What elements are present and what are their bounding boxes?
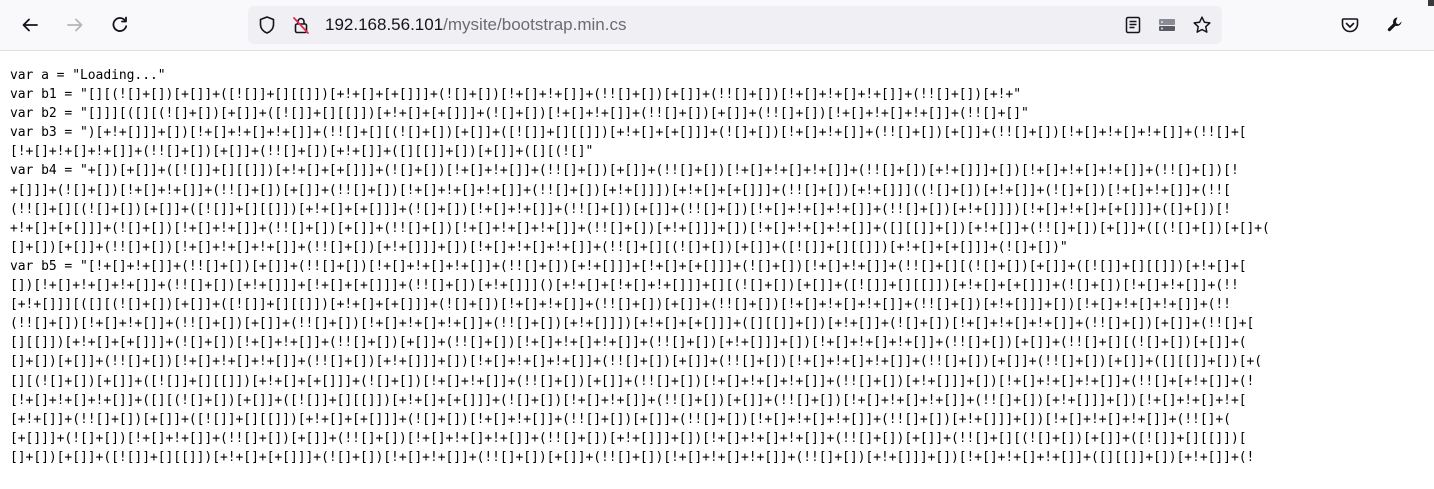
- source-line: [][(![]+[])[+[]]+([![]]+[][[]])[+!+[]+[+…: [10, 373, 1255, 389]
- back-button[interactable]: [14, 9, 46, 41]
- reader-view-icon[interactable]: [1123, 15, 1143, 35]
- reload-icon: [112, 16, 128, 32]
- arrow-left-icon: [22, 18, 38, 32]
- source-line: [+[]]]+(![]+[])[!+[]+!+[]]+(!![]+[])[+[]…: [10, 430, 1247, 446]
- source-line: var b2 = "[]]][([][(![]+[])[+[]]+([![]]+…: [10, 106, 1029, 122]
- source-line: [+!+[]]+(!![]+[])[+[]]+([![]]+[][[]])[+!…: [10, 411, 1231, 427]
- source-line: [+!+[]]][([][(![]+[])[+[]]+([![]]+[][[]]…: [10, 297, 1231, 313]
- source-line: var b4 = "+[])[+[]]+([![]]+[][[]])[+!+[]…: [10, 163, 1239, 179]
- insecure-lock-icon[interactable]: [291, 15, 311, 35]
- browser-toolbar: 192.168.56.101/mysite/bootstrap.min.cs: [0, 0, 1434, 51]
- source-line: [][[]])[+!+[]+[+[]]]+(![]+[])[!+[]+!+[]]…: [10, 335, 1247, 351]
- source-line: (!![]+[][(![]+[])[+[]]+([![]]+[][[]])[+!…: [10, 201, 1231, 217]
- source-line: +[]]]+(![]+[])[!+[]+!+[]]+(!![]+[])[+[]]…: [10, 182, 1231, 198]
- source-line: var b5 = "[!+[]+!+[]]+(!![]+[])[+[]]+(!!…: [10, 258, 1247, 274]
- source-line: []+[])[+[]]+(!![]+[])[!+[]+!+[]+!+[]]+(!…: [10, 239, 1068, 255]
- address-bar[interactable]: 192.168.56.101/mysite/bootstrap.min.cs: [248, 6, 1222, 44]
- url-host: 192.168.56.101: [325, 15, 444, 34]
- source-line: []+[])[+[]]+([![]]+[][[]])[+!+[]+[+[]]]+…: [10, 449, 1255, 465]
- source-line: +!+[]+[+[]]]+(![]+[])[!+[]+!+[]]+(!![]+[…: [10, 220, 1270, 236]
- source-line: [!+[]+!+[]+!+[]]+(!![]+[])[+[]]+(!![]+[]…: [10, 144, 594, 160]
- wrench-icon: [1387, 17, 1402, 32]
- source-line: var a = "Loading...": [10, 68, 166, 83]
- source-line: []+[])[+[]]+(!![]+[])[!+[]+!+[]+!+[]]+(!…: [10, 354, 1263, 370]
- pocket-icon: [1341, 18, 1359, 33]
- tab-corner: [1428, 0, 1434, 6]
- server-icon[interactable]: [1157, 15, 1177, 35]
- source-code-text: var a = "Loading..." var b1 = "[][(![]+[…: [10, 66, 1434, 467]
- source-line: var b3 = ")[+!+[]]]+[])[!+[]+!+[]+!+[]]+…: [10, 125, 1247, 141]
- pocket-button[interactable]: [1334, 9, 1366, 41]
- shield-icon[interactable]: [257, 15, 277, 35]
- url-path: /mysite/bootstrap.min.cs: [443, 15, 627, 34]
- forward-button[interactable]: [59, 9, 91, 41]
- tools-button[interactable]: [1379, 9, 1411, 41]
- source-line: var b1 = "[][(![]+[])[+[]]+([![]]+[][[]]…: [10, 87, 1021, 103]
- url-text[interactable]: 192.168.56.101/mysite/bootstrap.min.cs: [325, 15, 626, 35]
- source-line: (!![]+[])[!+[]+!+[]]+(!![]+[])[+[]]+(!![…: [10, 316, 1255, 332]
- page-content: var a = "Loading..." var b1 = "[][(![]+[…: [10, 66, 1434, 489]
- source-line: [!+[]+!+[]+!+[]]+([][(![]+[])[+[]]+([![]…: [10, 392, 1247, 408]
- source-line: [])[!+[]+!+[]+!+[]]+(!![]+[])[+!+[]]]+[!…: [10, 278, 1239, 294]
- arrow-right-icon: [67, 18, 83, 32]
- reload-button[interactable]: [104, 9, 136, 41]
- star-icon[interactable]: [1192, 15, 1212, 35]
